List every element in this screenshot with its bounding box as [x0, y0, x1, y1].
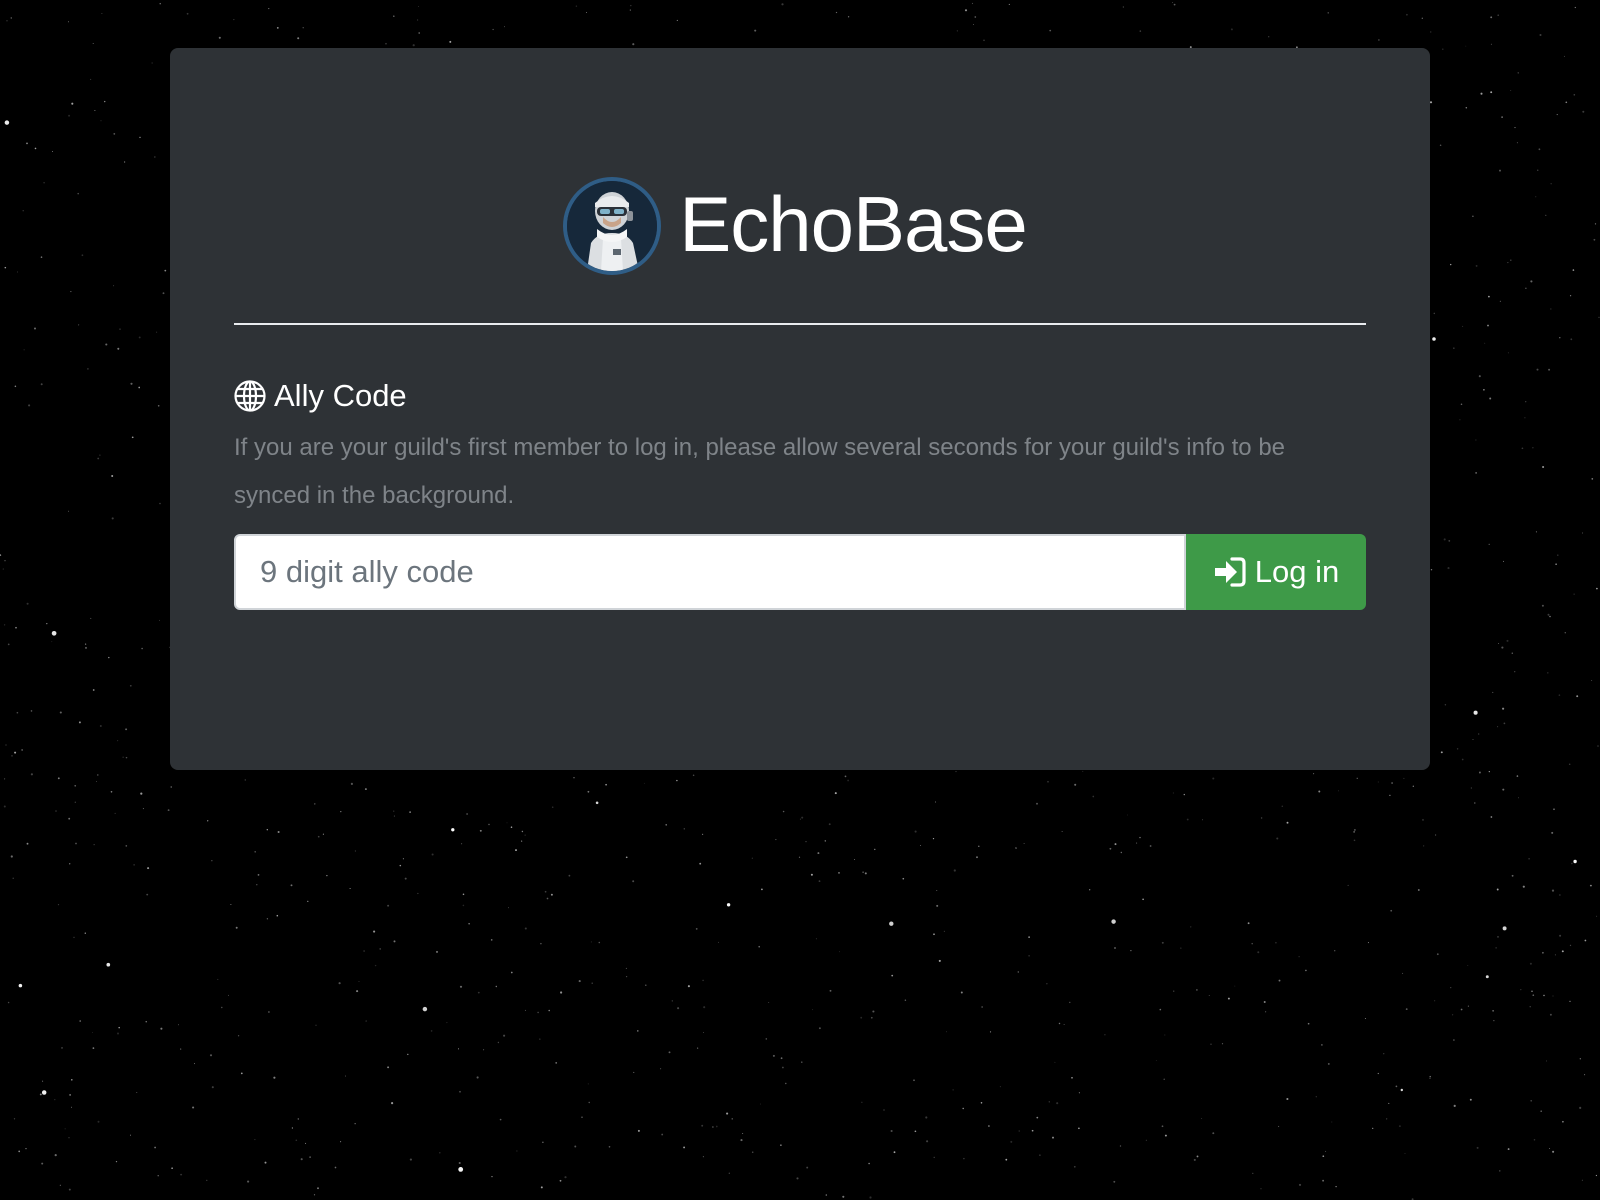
app-title: EchoBase	[679, 180, 1028, 268]
ally-code-input[interactable]	[234, 534, 1186, 610]
avatar	[563, 177, 662, 275]
brand-header: EchoBase	[170, 176, 1430, 276]
login-button[interactable]: Log in	[1186, 534, 1366, 610]
login-card: EchoBase Ally Code If you are your guild…	[170, 48, 1430, 770]
login-button-label: Log in	[1254, 554, 1340, 589]
ally-code-heading: Ally Code	[234, 378, 407, 414]
trooper-avatar-icon	[567, 181, 658, 271]
sync-help-text: If you are your guild's first member to …	[234, 434, 1286, 509]
ally-code-label: Ally Code	[274, 378, 407, 413]
login-form: Log in	[234, 534, 1366, 610]
sign-in-icon	[1214, 557, 1246, 587]
divider	[234, 323, 1366, 325]
globe-icon	[234, 380, 266, 412]
